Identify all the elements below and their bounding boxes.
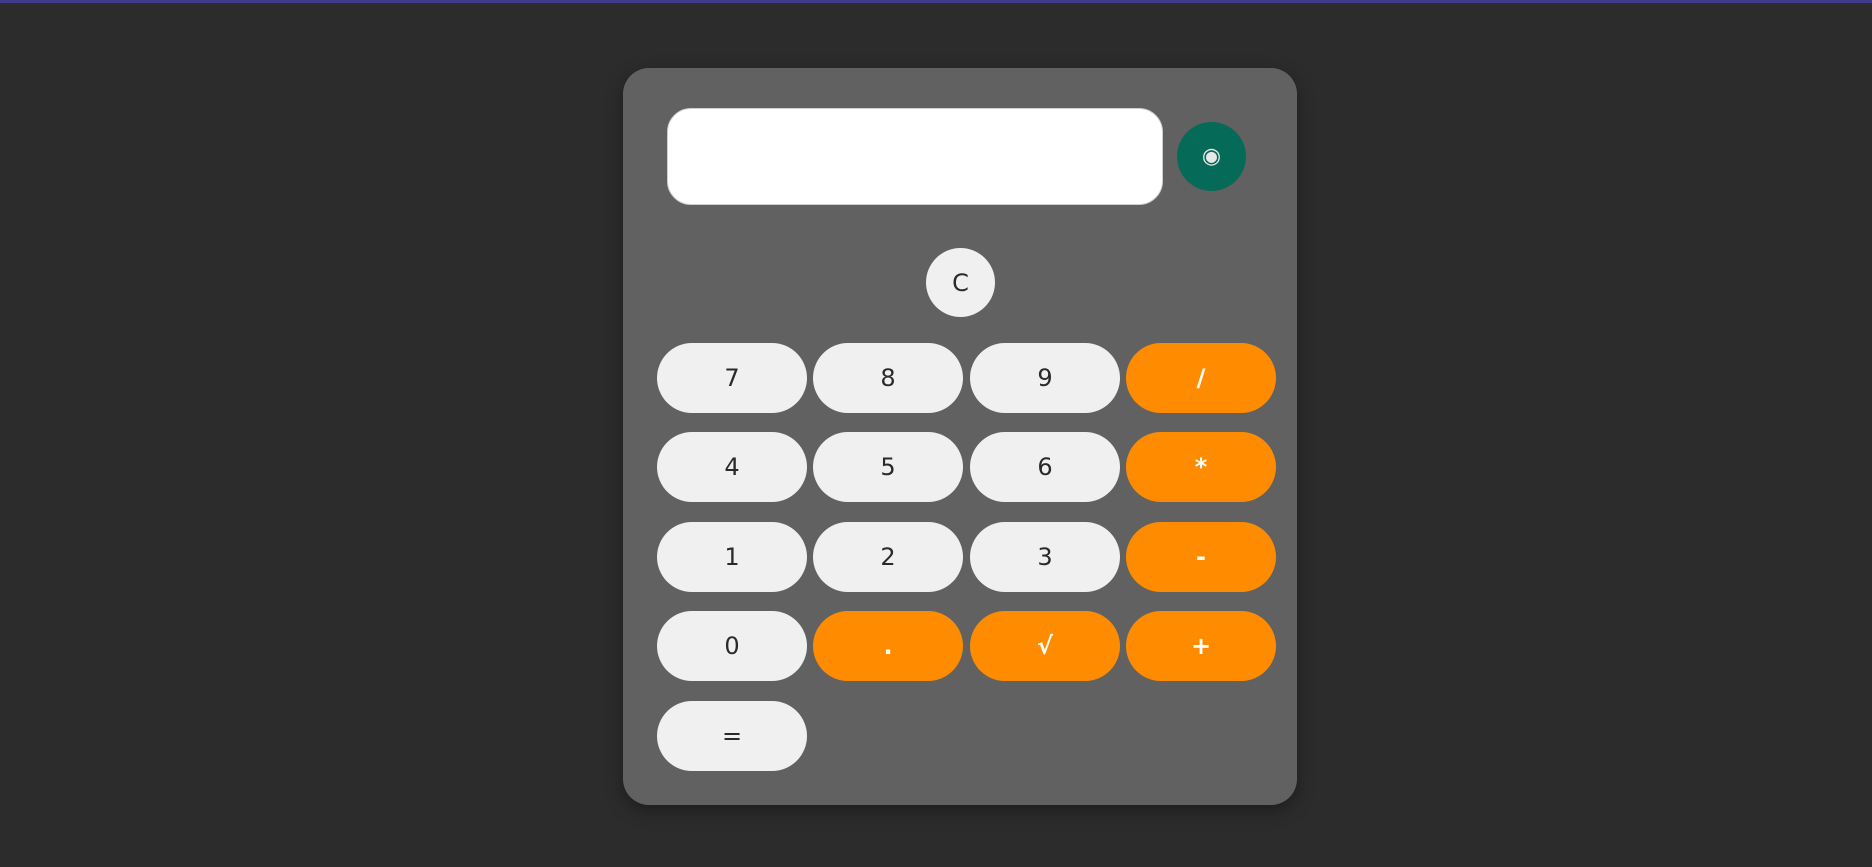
key-decimal[interactable]: . (813, 611, 963, 681)
key-1[interactable]: 1 (657, 522, 807, 592)
key-0[interactable]: 0 (657, 611, 807, 681)
key-sqrt[interactable]: √ (970, 611, 1120, 681)
top-accent-line (0, 0, 1872, 3)
calculator-display[interactable] (667, 108, 1163, 205)
key-5[interactable]: 5 (813, 432, 963, 502)
key-3[interactable]: 3 (970, 522, 1120, 592)
key-7[interactable]: 7 (657, 343, 807, 413)
calculator-panel: ◉ C 7 8 9 / 4 5 6 * 1 2 3 - 0 . √ + = (623, 68, 1297, 805)
key-multiply[interactable]: * (1126, 432, 1276, 502)
key-8[interactable]: 8 (813, 343, 963, 413)
key-equals[interactable]: = (657, 701, 807, 771)
key-6[interactable]: 6 (970, 432, 1120, 502)
voice-input-button[interactable]: ◉ (1177, 122, 1246, 191)
microphone-icon: ◉ (1201, 143, 1222, 169)
key-add[interactable]: + (1126, 611, 1276, 681)
key-divide[interactable]: / (1126, 343, 1276, 413)
key-subtract[interactable]: - (1126, 522, 1276, 592)
key-2[interactable]: 2 (813, 522, 963, 592)
key-4[interactable]: 4 (657, 432, 807, 502)
clear-button[interactable]: C (926, 248, 995, 317)
key-9[interactable]: 9 (970, 343, 1120, 413)
